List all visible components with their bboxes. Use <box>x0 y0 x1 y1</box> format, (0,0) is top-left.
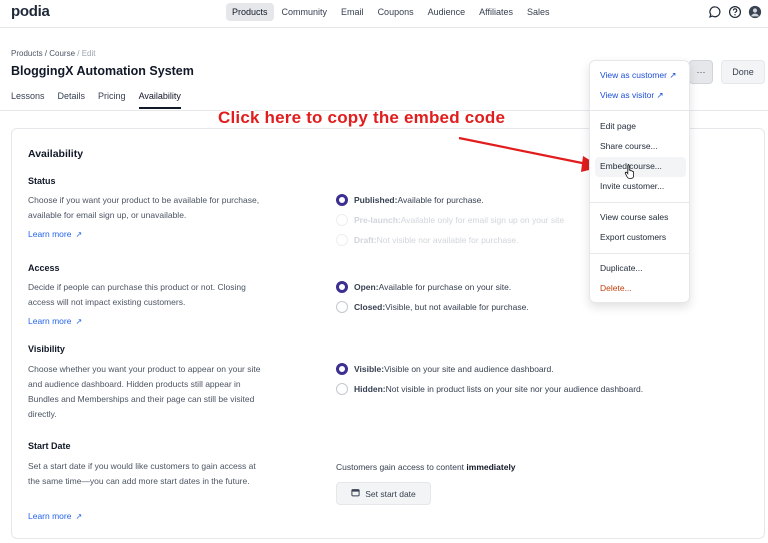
nav-products[interactable]: Products <box>226 3 274 21</box>
avatar[interactable] <box>748 5 762 19</box>
option-name: Published: <box>354 195 398 205</box>
menu-duplicate[interactable]: Duplicate... <box>600 263 643 273</box>
status-heading: Status <box>28 176 56 186</box>
start-date-learn-more-link[interactable]: Learn more ↗ <box>28 511 82 521</box>
status-learn-more-link[interactable]: Learn more ↗ <box>28 229 82 239</box>
radio-unselected[interactable] <box>336 383 348 395</box>
menu-divider <box>590 110 689 111</box>
access-description: Decide if people can purchase this produ… <box>28 282 246 307</box>
visibility-option-hidden[interactable]: Hidden: Not visible in product lists on … <box>336 383 643 395</box>
status-description: Choose if you want your product to be av… <box>28 195 260 220</box>
option-text: Visible on your site and audience dashbo… <box>384 364 554 374</box>
menu-item-label: View as customer <box>600 70 667 80</box>
access-heading: Access <box>28 263 60 273</box>
arrow-up-right-icon: ↗ <box>75 230 83 239</box>
menu-export-customers[interactable]: Export customers <box>600 232 666 242</box>
radio-selected[interactable] <box>336 281 348 293</box>
access-timing-prefix: Customers gain access to content <box>336 462 467 472</box>
more-options-menu: View as customer ↗ View as visitor ↗ Edi… <box>589 60 690 303</box>
access-option-closed[interactable]: Closed: Visible, but not available for p… <box>336 301 529 313</box>
logo[interactable]: podia <box>11 3 50 20</box>
option-text: Available only for email sign up on your… <box>400 215 565 225</box>
breadcrumb-edit: Edit <box>81 49 96 58</box>
card-title: Availability <box>28 148 84 160</box>
more-options-button[interactable]: ··· <box>689 60 713 84</box>
option-name: Visible: <box>354 364 385 374</box>
arrow-up-right-icon: ↗ <box>669 70 677 80</box>
arrow-up-right-icon: ↗ <box>656 90 664 100</box>
menu-view-as-customer[interactable]: View as customer ↗ <box>600 70 676 81</box>
option-text: Visible, but not available for purchase. <box>385 302 529 312</box>
tab-lessons[interactable]: Lessons <box>11 91 45 109</box>
top-icons <box>708 5 762 19</box>
menu-invite-customer[interactable]: Invite customer... <box>600 181 664 191</box>
start-date-heading: Start Date <box>28 441 71 451</box>
help-icon[interactable] <box>728 5 742 19</box>
option-text: Available for purchase on your site. <box>378 282 512 292</box>
menu-view-course-sales[interactable]: View course sales <box>600 212 668 222</box>
learn-more-label: Learn more <box>28 229 72 239</box>
status-option-draft: Draft: Not visible nor available for pur… <box>336 234 518 246</box>
nav-sales[interactable]: Sales <box>521 3 556 21</box>
radio-selected[interactable] <box>336 363 348 375</box>
tab-pricing[interactable]: Pricing <box>98 91 126 109</box>
nav-audience[interactable]: Audience <box>422 3 472 21</box>
visibility-description: Choose whether you want your product to … <box>28 364 261 419</box>
menu-divider <box>590 202 689 203</box>
tab-details[interactable]: Details <box>58 91 86 109</box>
nav-community[interactable]: Community <box>276 3 334 21</box>
annotation-callout: Click here to copy the embed code <box>218 108 506 127</box>
learn-more-label: Learn more <box>28 316 72 326</box>
status-option-published[interactable]: Published: Available for purchase. <box>336 194 484 206</box>
learn-more-label: Learn more <box>28 511 72 521</box>
status-option-prelaunch: Pre-launch: Available only for email sig… <box>336 214 564 226</box>
start-date-description: Set a start date if you would like custo… <box>28 461 256 486</box>
visibility-option-visible[interactable]: Visible: Visible on your site and audien… <box>336 363 554 375</box>
arrow-up-right-icon: ↗ <box>75 317 83 326</box>
radio-selected[interactable] <box>336 194 348 206</box>
page-title: BloggingX Automation System <box>11 64 194 78</box>
radio-disabled <box>336 234 348 246</box>
chat-icon[interactable] <box>708 5 722 19</box>
menu-edit-page[interactable]: Edit page <box>600 121 636 131</box>
menu-view-as-visitor[interactable]: View as visitor ↗ <box>600 90 664 101</box>
breadcrumb-separator: / <box>75 49 82 58</box>
breadcrumb: Products / Course / Edit <box>11 49 96 58</box>
set-start-date-label: Set start date <box>365 488 416 499</box>
main-nav: Products Community Email Coupons Audienc… <box>226 3 558 21</box>
tab-availability[interactable]: Availability <box>138 91 181 109</box>
menu-delete[interactable]: Delete... <box>600 283 632 293</box>
access-learn-more-link[interactable]: Learn more ↗ <box>28 316 82 326</box>
menu-item-label: View as visitor <box>600 90 655 100</box>
access-timing-value: immediately <box>466 462 516 472</box>
nav-coupons[interactable]: Coupons <box>372 3 420 21</box>
option-text: Available for purchase. <box>397 195 484 205</box>
access-option-open[interactable]: Open: Available for purchase on your sit… <box>336 281 511 293</box>
menu-share-course[interactable]: Share course... <box>600 141 658 151</box>
annotation-arrow-icon <box>458 136 601 172</box>
visibility-heading: Visibility <box>28 344 65 354</box>
option-text: Not visible in product lists on your sit… <box>385 384 644 394</box>
option-name: Pre-launch: <box>354 215 401 225</box>
option-name: Closed: <box>354 302 386 312</box>
hand-cursor-icon <box>624 164 634 179</box>
option-name: Open: <box>354 282 379 292</box>
nav-email[interactable]: Email <box>335 3 370 21</box>
top-navigation: podia Products Community Email Coupons A… <box>0 0 768 28</box>
breadcrumb-products[interactable]: Products <box>11 49 43 58</box>
done-button[interactable]: Done <box>721 60 765 84</box>
option-text: Not visible nor available for purchase. <box>376 235 519 245</box>
option-name: Draft: <box>354 235 377 245</box>
option-name: Hidden: <box>354 384 386 394</box>
breadcrumb-course[interactable]: Course <box>49 49 75 58</box>
radio-disabled <box>336 214 348 226</box>
access-timing-text: Customers gain access to content immedia… <box>336 462 516 472</box>
calendar-icon <box>351 488 360 499</box>
arrow-up-right-icon: ↗ <box>75 512 83 521</box>
product-tabs: Lessons Details Pricing Availability <box>11 91 181 109</box>
radio-unselected[interactable] <box>336 301 348 313</box>
set-start-date-button[interactable]: Set start date <box>336 482 431 505</box>
nav-affiliates[interactable]: Affiliates <box>473 3 519 21</box>
menu-divider <box>590 253 689 254</box>
